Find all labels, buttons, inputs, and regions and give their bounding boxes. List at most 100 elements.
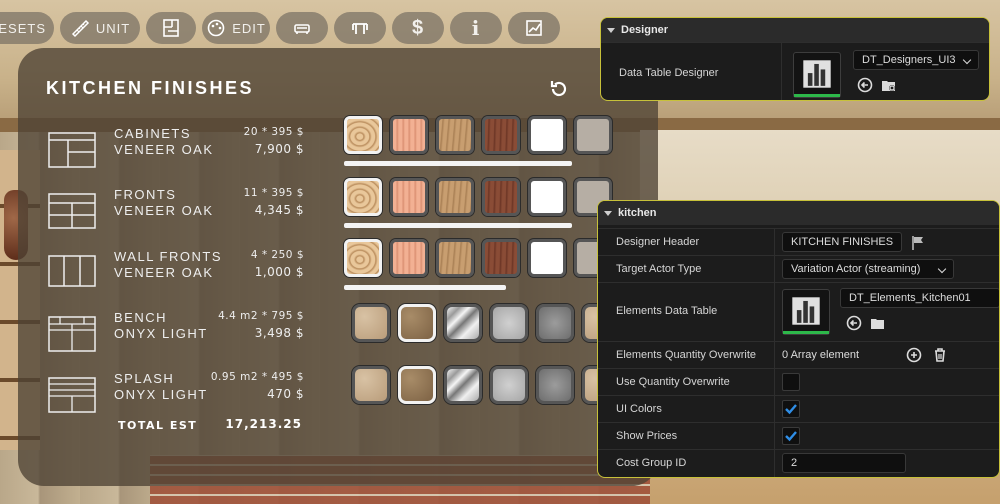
swatch-grey[interactable] <box>574 116 612 154</box>
browse-asset-icon[interactable] <box>881 77 897 93</box>
row-cost: 470 $ <box>267 387 304 401</box>
info-button[interactable]: i <box>450 12 502 44</box>
use-selected-icon[interactable] <box>857 77 873 93</box>
swatch-wood-walnut[interactable] <box>482 178 520 216</box>
floorplan-button[interactable] <box>146 12 196 44</box>
use-qty-checkbox[interactable] <box>782 373 800 391</box>
kitchen-panel-header[interactable]: kitchen <box>598 201 999 225</box>
ui-colors-label: UI Colors <box>616 403 662 415</box>
list-item[interactable]: WALL FRONTS VENEER OAK 4 * 250 $ 1,000 $ <box>48 249 308 299</box>
row-calc: 11 * 395 $ <box>243 187 304 199</box>
swatch-marble[interactable] <box>444 366 482 404</box>
swatch-stone-brown[interactable] <box>398 304 436 342</box>
swatch-wood-oak[interactable] <box>436 239 474 277</box>
asset-thumbnail[interactable] <box>782 289 830 335</box>
swatch-marble[interactable] <box>444 304 482 342</box>
qty-overwrite-value: 0 Array element <box>782 349 860 361</box>
sofa-button[interactable] <box>276 12 328 44</box>
kitchen-finishes-panel: KITCHEN FINISHES CABINETS VENEER OAK 20 … <box>18 48 658 486</box>
reset-icon[interactable] <box>548 78 570 100</box>
swatch-wood-walnut[interactable] <box>482 239 520 277</box>
kitchen-details-panel: kitchen Designer Header KITCHEN FINISHES… <box>597 200 1000 478</box>
swatch-row-wall-fronts <box>344 239 612 277</box>
unit-label: UNIT <box>95 20 131 36</box>
datatable-icon <box>792 297 820 325</box>
designer-header-row: Designer Header KITCHEN FINISHES <box>598 228 999 255</box>
datatable-icon <box>803 60 831 88</box>
top-toolbar: RESETS UNIT EDIT $ i <box>0 12 560 44</box>
swatch-granite-dark[interactable] <box>536 366 574 404</box>
ui-colors-checkbox[interactable] <box>782 400 800 418</box>
trash-icon[interactable] <box>932 347 948 363</box>
wall-fronts-icon <box>48 255 96 291</box>
table-button[interactable] <box>334 12 386 44</box>
swatch-granite-dark[interactable] <box>536 304 574 342</box>
designer-header-input[interactable]: KITCHEN FINISHES <box>782 232 902 252</box>
swatch-wood-walnut[interactable] <box>482 116 520 154</box>
swatch-wood-peach[interactable] <box>390 239 428 277</box>
collapse-arrow-icon[interactable] <box>604 210 612 216</box>
designer-table-label: Data Table Designer <box>619 67 719 79</box>
presets-button[interactable]: RESETS <box>0 12 54 44</box>
flag-icon[interactable] <box>910 235 926 251</box>
swatch-wood-peach[interactable] <box>390 178 428 216</box>
show-prices-checkbox[interactable] <box>782 427 800 445</box>
swatch-stone-sand[interactable] <box>352 304 390 342</box>
cost-group-label: Cost Group ID <box>616 457 687 469</box>
chart-button[interactable] <box>508 12 560 44</box>
show-prices-label: Show Prices <box>616 430 678 442</box>
swatch-scrollbar[interactable] <box>344 161 572 166</box>
ui-colors-row: UI Colors <box>598 395 999 422</box>
swatch-white[interactable] <box>528 178 566 216</box>
palette-icon <box>207 19 225 37</box>
qty-overwrite-label: Elements Quantity Overwrite <box>616 349 756 361</box>
swatch-wood-light[interactable] <box>344 239 382 277</box>
designer-table-dropdown[interactable]: DT_Designers_UI3 <box>853 50 979 70</box>
designer-panel-header[interactable]: Designer <box>601 18 989 42</box>
target-actor-dropdown[interactable]: Variation Actor (streaming) <box>782 259 954 279</box>
unit-button[interactable]: UNIT <box>60 12 140 44</box>
swatch-granite-light[interactable] <box>490 304 528 342</box>
row-calc: 20 * 395 $ <box>243 126 304 138</box>
edit-button[interactable]: EDIT <box>202 12 270 44</box>
qty-overwrite-row: Elements Quantity Overwrite 0 Array elem… <box>598 341 999 368</box>
swatch-scrollbar[interactable] <box>344 285 506 290</box>
checkmark-icon <box>785 404 797 415</box>
add-element-icon[interactable] <box>906 347 922 363</box>
swatch-wood-oak[interactable] <box>436 116 474 154</box>
designer-header-label: Designer <box>621 24 669 36</box>
elements-table-dropdown[interactable]: DT_Elements_Kitchen01 <box>840 288 999 308</box>
sofa-icon <box>294 24 310 34</box>
swatch-stone-brown[interactable] <box>398 366 436 404</box>
swatch-wood-oak[interactable] <box>436 178 474 216</box>
table-icon <box>352 23 368 34</box>
use-selected-icon[interactable] <box>846 315 862 331</box>
swatch-scrollbar[interactable] <box>344 223 572 228</box>
swatch-wood-peach[interactable] <box>390 116 428 154</box>
cost-group-input[interactable]: 2 <box>782 453 906 473</box>
list-item[interactable]: BENCH ONYX LIGHT 4.4 m2 * 795 $ 3,498 $ <box>48 310 308 360</box>
collapse-arrow-icon[interactable] <box>607 27 615 33</box>
row-calc: 4 * 250 $ <box>250 249 304 261</box>
list-item[interactable]: FRONTS VENEER OAK 11 * 395 $ 4,345 $ <box>48 187 308 237</box>
floorplan-icon <box>163 19 179 37</box>
swatch-wood-light[interactable] <box>344 116 382 154</box>
swatch-white[interactable] <box>528 116 566 154</box>
swatch-row-splash <box>352 366 620 404</box>
price-button[interactable]: $ <box>392 12 444 44</box>
swatch-granite-light[interactable] <box>490 366 528 404</box>
swatch-stone-sand[interactable] <box>352 366 390 404</box>
row-cost: 7,900 $ <box>254 142 304 156</box>
swatch-wood-light[interactable] <box>344 178 382 216</box>
list-item[interactable]: CABINETS VENEER OAK 20 * 395 $ 7,900 $ <box>48 126 308 176</box>
asset-thumbnail[interactable] <box>793 52 841 98</box>
list-item[interactable]: SPLASH ONYX LIGHT 0.95 m2 * 495 $ 470 $ <box>48 371 308 421</box>
splash-icon <box>48 377 96 413</box>
browse-asset-icon[interactable] <box>870 315 886 331</box>
swatch-white[interactable] <box>528 239 566 277</box>
info-icon: i <box>471 16 481 40</box>
kitchen-header-label: kitchen <box>618 207 657 219</box>
show-prices-row: Show Prices <box>598 422 999 449</box>
row-name: SPLASH <box>114 371 175 386</box>
elements-table-row: Elements Data Table DT_Elements_Kitchen0… <box>598 282 999 341</box>
